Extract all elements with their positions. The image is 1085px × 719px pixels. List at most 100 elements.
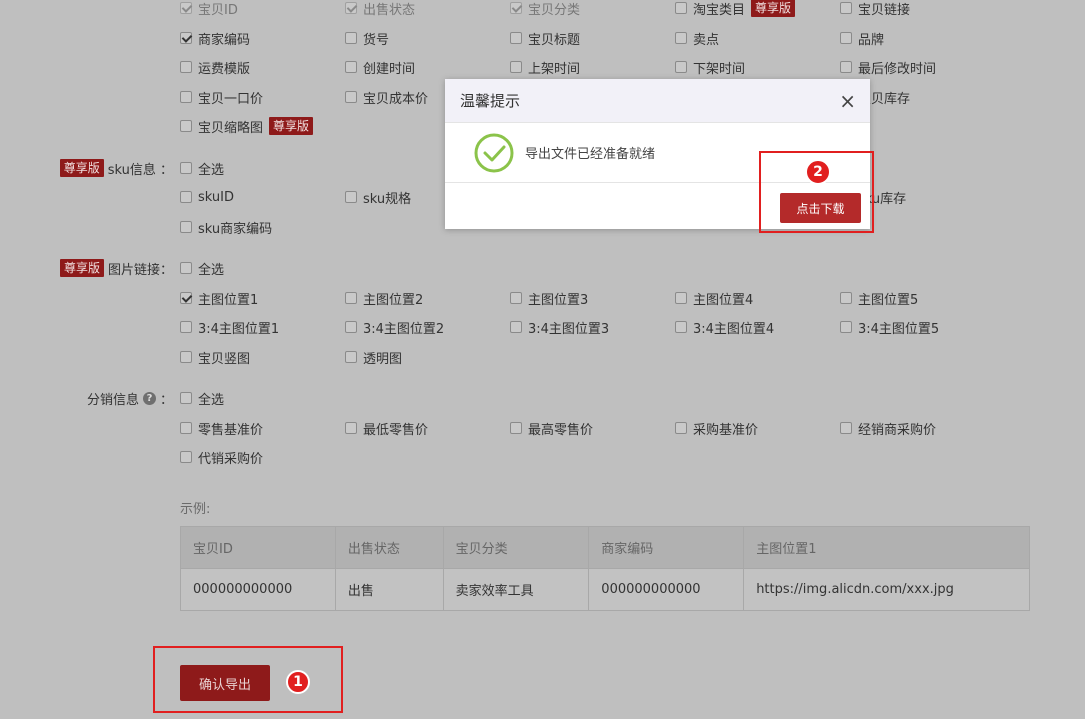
checkbox[interactable]: [510, 2, 522, 14]
checkbox-item-id[interactable]: 宝贝ID: [180, 0, 238, 19]
checkbox[interactable]: [345, 422, 357, 434]
checkbox[interactable]: [180, 422, 192, 434]
checkbox[interactable]: [840, 32, 852, 44]
checkbox-taobao-category[interactable]: 淘宝类目 尊享版: [675, 0, 796, 19]
checkbox[interactable]: [345, 2, 357, 14]
step-marker-2: 2: [805, 159, 831, 185]
checkbox-fixed-price[interactable]: 宝贝一口价: [180, 86, 263, 108]
help-icon[interactable]: ?: [142, 391, 156, 405]
checkbox[interactable]: [510, 422, 522, 434]
checkbox-sale-status[interactable]: 出售状态: [345, 0, 415, 19]
checkbox-selling-point[interactable]: 卖点: [675, 27, 719, 49]
checkbox[interactable]: [180, 191, 192, 203]
checkbox-category[interactable]: 宝贝分类: [510, 0, 580, 19]
checkbox-sku-select-all[interactable]: 全选: [180, 157, 224, 179]
checkbox[interactable]: [180, 292, 192, 304]
checkbox-image-select-all[interactable]: 全选: [180, 257, 224, 279]
checkbox[interactable]: [180, 32, 192, 44]
checkbox[interactable]: [180, 351, 192, 363]
checkbox-brand[interactable]: 品牌: [840, 27, 884, 49]
checkbox-distribution-select-all[interactable]: 全选: [180, 387, 224, 409]
checkbox-consign-price[interactable]: 代销采购价: [180, 446, 263, 468]
checkbox[interactable]: [180, 451, 192, 463]
checkbox[interactable]: [675, 61, 687, 73]
checkbox[interactable]: [675, 422, 687, 434]
checkbox[interactable]: [675, 32, 687, 44]
checkbox-merchant-code[interactable]: 商家编码: [180, 27, 250, 49]
table-cell: 出售: [334, 568, 444, 611]
checkbox-item-title[interactable]: 宝贝标题: [510, 27, 580, 49]
checkbox-sku-merchant-code[interactable]: sku商家编码: [180, 216, 272, 238]
checkbox-article-no[interactable]: 货号: [345, 27, 389, 49]
checkbox-dealer-price[interactable]: 经销商采购价: [840, 417, 936, 439]
checkbox[interactable]: [345, 191, 357, 203]
checkbox-max-retail-price[interactable]: 最高零售价: [510, 417, 593, 439]
distribution-group-label: 分销信息 ? ：: [86, 391, 173, 408]
checkbox-transparent-image[interactable]: 透明图: [345, 346, 402, 368]
checkbox-34-image-5[interactable]: 3:4主图位置5: [840, 316, 939, 338]
premium-badge: 尊享版: [269, 117, 314, 135]
checkbox[interactable]: [345, 292, 357, 304]
confirm-export-button[interactable]: 确认导出: [180, 665, 270, 701]
checkbox[interactable]: [180, 392, 192, 404]
checkbox[interactable]: [345, 32, 357, 44]
checkbox[interactable]: [180, 321, 192, 333]
checkbox-min-retail-price[interactable]: 最低零售价: [345, 417, 428, 439]
checkbox[interactable]: [180, 91, 192, 103]
success-check-icon: [474, 133, 514, 172]
checkbox[interactable]: [345, 91, 357, 103]
checkbox[interactable]: [510, 32, 522, 44]
checkbox[interactable]: [840, 2, 852, 14]
checkbox-34-image-1[interactable]: 3:4主图位置1: [180, 316, 279, 338]
checkbox[interactable]: [840, 321, 852, 333]
table-header: 出售状态: [334, 526, 444, 569]
checkbox[interactable]: [180, 162, 192, 174]
checkbox[interactable]: [510, 61, 522, 73]
checkbox[interactable]: [345, 61, 357, 73]
checkbox-sku-spec[interactable]: sku规格: [345, 186, 411, 208]
table-cell: 000000000000: [588, 568, 745, 611]
checkbox-cost-price[interactable]: 宝贝成本价: [345, 86, 428, 108]
checkbox[interactable]: [675, 321, 687, 333]
checkbox-34-image-4[interactable]: 3:4主图位置4: [675, 316, 774, 338]
checkbox[interactable]: [510, 292, 522, 304]
table-cell: 卖家效率工具: [442, 568, 590, 611]
checkbox-34-image-3[interactable]: 3:4主图位置3: [510, 316, 609, 338]
checkbox-created-time[interactable]: 创建时间: [345, 56, 415, 78]
checkbox[interactable]: [180, 61, 192, 73]
checkbox[interactable]: [180, 2, 192, 14]
checkbox-shipping-template[interactable]: 运费模版: [180, 56, 250, 78]
checkbox[interactable]: [840, 61, 852, 73]
step-marker-1: 1: [286, 670, 310, 694]
close-icon[interactable]: ×: [839, 91, 856, 111]
checkbox-retail-base-price[interactable]: 零售基准价: [180, 417, 263, 439]
checkbox-main-image-1[interactable]: 主图位置1: [180, 287, 258, 309]
checkbox-purchase-base-price[interactable]: 采购基准价: [675, 417, 758, 439]
table-header-row: 宝贝ID 出售状态 宝贝分类 商家编码 主图位置1: [180, 526, 1030, 569]
checkbox-34-image-2[interactable]: 3:4主图位置2: [345, 316, 444, 338]
checkbox-vertical-image[interactable]: 宝贝竖图: [180, 346, 250, 368]
checkbox[interactable]: [180, 262, 192, 274]
checkbox-main-image-5[interactable]: 主图位置5: [840, 287, 918, 309]
checkbox-modified-time[interactable]: 最后修改时间: [840, 56, 936, 78]
checkbox[interactable]: [345, 321, 357, 333]
checkbox[interactable]: [840, 292, 852, 304]
checkbox[interactable]: [675, 2, 687, 14]
checkbox[interactable]: [180, 221, 192, 233]
checkbox-main-image-2[interactable]: 主图位置2: [345, 287, 423, 309]
dialog-header: 温馨提示 ×: [445, 79, 870, 123]
checkbox[interactable]: [180, 120, 192, 132]
checkbox-main-image-3[interactable]: 主图位置3: [510, 287, 588, 309]
checkbox-main-image-4[interactable]: 主图位置4: [675, 287, 753, 309]
premium-badge: 尊享版: [59, 259, 104, 277]
checkbox[interactable]: [345, 351, 357, 363]
checkbox-listing-time[interactable]: 上架时间: [510, 56, 580, 78]
checkbox-delisting-time[interactable]: 下架时间: [675, 56, 745, 78]
checkbox[interactable]: [840, 422, 852, 434]
checkbox[interactable]: [510, 321, 522, 333]
field-row: 宝贝ID 出售状态 宝贝分类 淘宝类目 尊享版 宝贝链接: [0, 0, 1085, 19]
checkbox-thumbnail[interactable]: 宝贝缩略图 尊享版: [180, 115, 314, 137]
checkbox-item-link[interactable]: 宝贝链接: [840, 0, 910, 19]
checkbox-sku-id[interactable]: skuID: [180, 186, 234, 208]
checkbox[interactable]: [675, 292, 687, 304]
